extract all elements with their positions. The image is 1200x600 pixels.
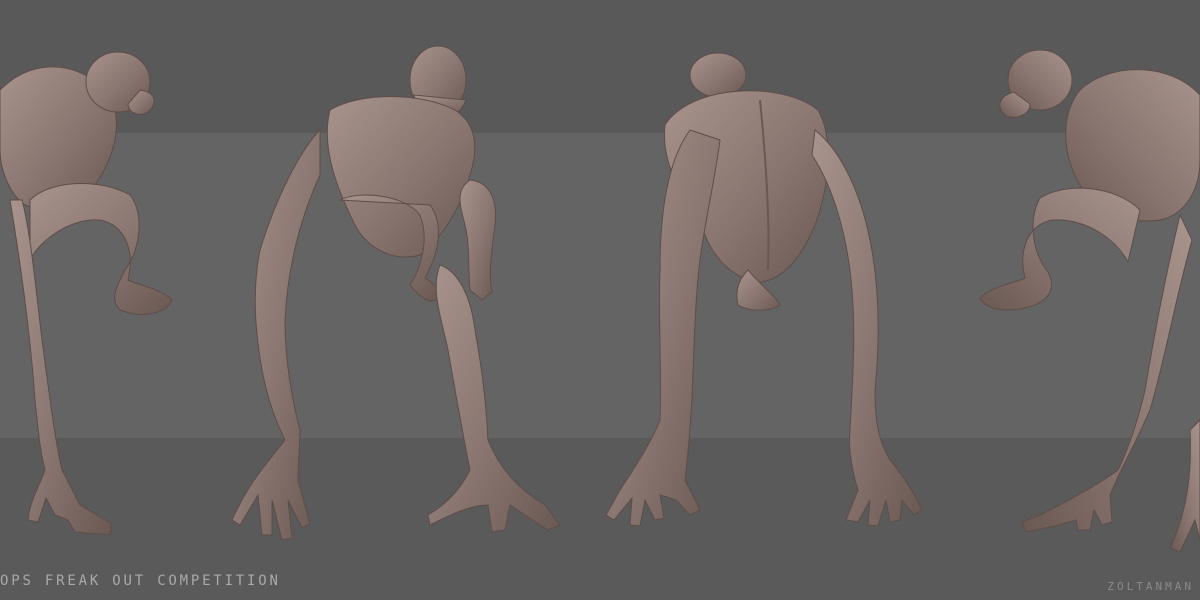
creature-back-view [605, 52, 923, 527]
creature-side-view-right [979, 49, 1200, 553]
render-canvas: OPS FREAK OUT COMPETITION ZOLTANMAN [0, 0, 1200, 600]
creature-front-view [231, 45, 561, 541]
sculpt-turnaround [0, 45, 1200, 553]
competition-caption: OPS FREAK OUT COMPETITION [0, 573, 281, 589]
artist-signature: ZOLTANMAN [1107, 580, 1194, 593]
creature-side-view-left [0, 51, 173, 536]
